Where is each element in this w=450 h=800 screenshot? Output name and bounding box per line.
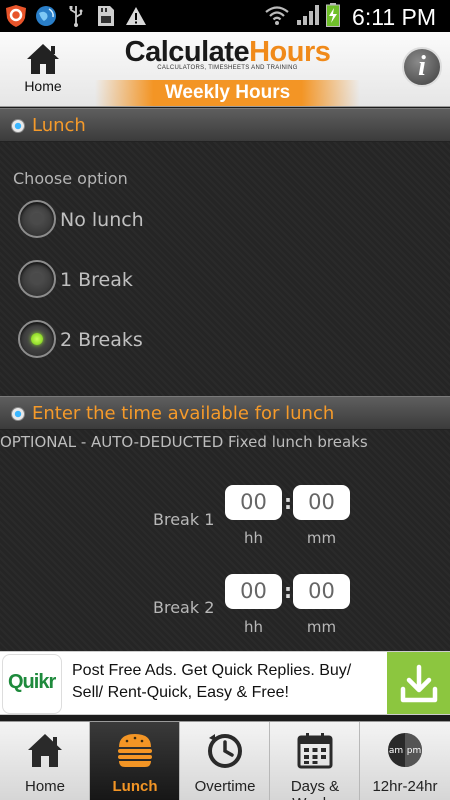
- radio-button-selected-icon: [18, 320, 56, 358]
- wifi-icon: [264, 4, 290, 30]
- minutes-unit-label: mm: [306, 529, 337, 547]
- ad-banner[interactable]: Quikr Post Free Ads. Get Quick Replies. …: [0, 651, 450, 715]
- calendar-icon: [295, 730, 335, 770]
- lunch-time-section-title: Enter the time available for lunch: [32, 403, 335, 424]
- break-1-minutes-input[interactable]: 00: [293, 485, 350, 520]
- ad-logo-text: Quikr: [8, 671, 56, 693]
- clock-icon: [205, 730, 245, 770]
- sd-card-icon: [94, 4, 118, 28]
- minutes-unit-label: mm: [306, 618, 337, 636]
- tab-lunch[interactable]: Lunch: [90, 722, 180, 800]
- optional-note: OPTIONAL - AUTO-DEDUCTED Fixed lunch bre…: [0, 433, 368, 451]
- radio-button-icon: [18, 200, 56, 238]
- warning-icon: [124, 4, 148, 28]
- header-home-label: Home: [24, 78, 62, 94]
- radio-1-break[interactable]: 1 Break: [18, 260, 218, 300]
- logo-text-hours: Hours: [249, 36, 331, 68]
- break-2-hours-input[interactable]: 00: [225, 574, 282, 609]
- radio-button-icon: [18, 260, 56, 298]
- status-bar: 6:11 PM: [0, 0, 450, 32]
- battery-charging-icon: [326, 3, 341, 31]
- ad-text: Post Free Ads. Get Quick Replies. Buy/ S…: [72, 662, 352, 701]
- tab-12hr-24hr[interactable]: am pm 12hr-24hr: [360, 722, 450, 800]
- am-pm-icon: am pm: [385, 730, 425, 770]
- calculatehours-logo: CalculateHours CALCULATORS, TIMESHEETS A…: [120, 37, 335, 71]
- break-2-label: Break 2: [153, 598, 215, 617]
- info-icon: i: [418, 51, 426, 82]
- break-1-hours-input[interactable]: 00: [225, 485, 282, 520]
- signal-icon: [296, 4, 320, 30]
- lunch-section-title: Lunch: [32, 115, 86, 136]
- tab-home[interactable]: Home: [0, 722, 90, 800]
- lunch-section-header: Lunch: [0, 108, 450, 142]
- time-separator: :: [284, 490, 292, 514]
- usb-icon: [64, 4, 88, 28]
- app-shield-icon: [4, 4, 28, 28]
- page-title: Weekly Hours: [95, 80, 360, 106]
- quikr-logo: Quikr: [2, 654, 62, 714]
- break-1-label: Break 1: [153, 510, 215, 529]
- browser-globe-icon: [34, 4, 58, 28]
- radio-label: 1 Break: [60, 269, 133, 291]
- tab-label: 12hr-24hr: [372, 778, 438, 795]
- app-header: Home CalculateHours CALCULATORS, TIMESHE…: [0, 32, 450, 107]
- section-bullet-icon: [11, 407, 25, 421]
- svg-text:am: am: [389, 746, 403, 756]
- burger-icon: [115, 730, 155, 770]
- radio-label: No lunch: [60, 209, 144, 231]
- tab-label: Lunch: [112, 778, 158, 795]
- home-icon: [10, 38, 76, 78]
- radio-no-lunch[interactable]: No lunch: [18, 200, 218, 240]
- tab-days-weeks[interactable]: Days & Weeks: [270, 722, 360, 800]
- lunch-time-section-header: Enter the time available for lunch: [0, 396, 450, 430]
- download-icon: [399, 664, 439, 708]
- hours-unit-label: hh: [243, 529, 263, 547]
- hours-unit-label: hh: [243, 618, 263, 636]
- logo-text-calculate: Calculate: [124, 36, 250, 68]
- svg-text:pm: pm: [407, 746, 421, 756]
- radio-2-breaks[interactable]: 2 Breaks: [18, 320, 218, 360]
- clock-time: 6:11 PM: [352, 3, 436, 30]
- choose-option-label: Choose option: [13, 169, 128, 188]
- ad-download-button[interactable]: [387, 652, 450, 714]
- time-separator: :: [284, 579, 292, 603]
- tab-overtime[interactable]: Overtime: [180, 722, 270, 800]
- break-2-minutes-input[interactable]: 00: [293, 574, 350, 609]
- home-icon: [25, 730, 65, 770]
- header-home-button[interactable]: Home: [10, 38, 76, 102]
- tab-label: Home: [24, 778, 65, 795]
- bottom-tab-bar: Home Lunch Overtime Days & Weeks ampm 12…: [0, 721, 450, 800]
- tab-label: Overtime: [194, 778, 256, 795]
- info-button[interactable]: i: [402, 47, 442, 87]
- section-bullet-icon: [11, 119, 25, 133]
- radio-label: 2 Breaks: [60, 329, 143, 351]
- tab-label: Days & Weeks: [290, 778, 340, 800]
